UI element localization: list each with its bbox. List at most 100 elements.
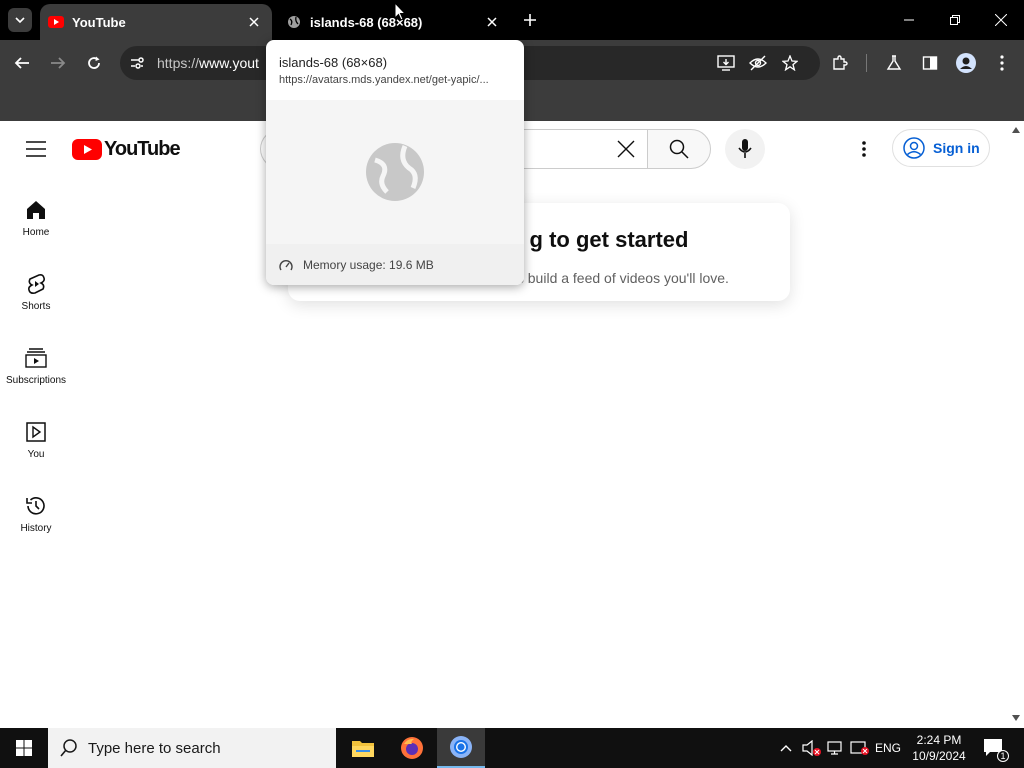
bookmark-button[interactable] [776, 49, 804, 77]
arrow-right-icon [51, 57, 66, 69]
avatar-icon [956, 53, 976, 73]
new-tab-button[interactable] [518, 8, 542, 32]
you-icon [24, 420, 48, 444]
microphone-icon [738, 139, 752, 158]
input-language[interactable]: ENG [872, 728, 904, 768]
sidebar-item-shorts[interactable]: Shorts [0, 262, 72, 336]
history-icon [24, 494, 48, 518]
close-tab-icon[interactable] [242, 10, 266, 34]
security-tray-icon[interactable] [848, 728, 872, 768]
shorts-icon [24, 272, 48, 296]
toolbar-divider [866, 54, 867, 72]
globe-icon [286, 14, 302, 30]
globe-icon [366, 143, 424, 201]
install-app-button[interactable] [712, 49, 740, 77]
notifications-button[interactable]: 1 [978, 728, 1010, 768]
restore-icon [950, 15, 960, 25]
settings-menu-button[interactable] [852, 137, 876, 161]
site-settings-icon[interactable] [129, 55, 145, 76]
sidebar-item-label: Shorts [21, 301, 51, 312]
profile-button[interactable] [952, 49, 980, 77]
sidebar-item-you[interactable]: You [0, 410, 72, 484]
hover-card-preview [266, 100, 524, 244]
reload-button[interactable] [80, 49, 108, 77]
close-window-button[interactable] [978, 0, 1024, 40]
tab-hover-card: islands-68 (68×68) https://avatars.mds.y… [266, 40, 524, 285]
forward-button[interactable] [44, 49, 72, 77]
youtube-favicon-icon [48, 14, 64, 30]
more-vert-icon [862, 141, 866, 157]
close-tab-icon[interactable] [480, 10, 504, 34]
labs-button[interactable] [880, 49, 908, 77]
sidebar-item-history[interactable]: History [0, 484, 72, 558]
arrow-left-icon [14, 57, 29, 69]
sidebar-item-label: Subscriptions [5, 375, 67, 386]
search-button[interactable] [647, 129, 711, 169]
chrome-app[interactable] [437, 728, 485, 768]
file-explorer-app[interactable] [339, 728, 387, 768]
windows-taskbar: Type here to search ENG 2:24 PM 10/9/202… [0, 728, 1024, 768]
youtube-logo-icon [72, 138, 102, 160]
youtube-logo[interactable]: YouTube [72, 137, 181, 160]
chevron-up-icon [780, 745, 792, 752]
clock-date: 10/9/2024 [912, 749, 966, 763]
puzzle-icon [833, 55, 848, 70]
eye-off-icon [749, 55, 767, 71]
minimize-icon [904, 19, 914, 21]
star-icon [782, 55, 798, 71]
side-panel-button[interactable] [916, 49, 944, 77]
install-app-icon [717, 55, 735, 71]
tab-search-button[interactable] [8, 8, 32, 32]
side-panel-icon [922, 56, 938, 70]
clock[interactable]: 2:24 PM 10/9/2024 [908, 728, 970, 768]
minimize-button[interactable] [886, 0, 932, 40]
logo-text: YouTube [104, 137, 181, 160]
more-vert-icon [1000, 55, 1004, 71]
close-icon [995, 14, 1007, 26]
hover-card-title: islands-68 (68×68) [279, 55, 388, 70]
plus-icon [524, 14, 536, 26]
clock-time: 2:24 PM [916, 733, 962, 747]
chrome-icon [450, 736, 472, 758]
sign-in-button[interactable]: Sign in [892, 129, 990, 167]
tab-title: YouTube [72, 14, 126, 30]
hamburger-icon [26, 141, 46, 157]
clear-search-icon[interactable] [617, 140, 635, 163]
scroll-up-icon[interactable] [1012, 127, 1020, 133]
scroll-down-icon[interactable] [1012, 715, 1020, 721]
volume-muted-icon [802, 740, 821, 756]
sidebar-item-label: History [20, 523, 52, 534]
extensions-button[interactable] [826, 49, 854, 77]
show-hidden-icons-button[interactable] [776, 728, 796, 768]
account-circle-icon [903, 137, 925, 159]
guide-menu-button[interactable] [24, 137, 48, 161]
restore-button[interactable] [932, 0, 978, 40]
voice-search-button[interactable] [725, 129, 765, 169]
volume-tray-icon[interactable] [800, 728, 824, 768]
sidebar-item-home[interactable]: Home [0, 188, 72, 262]
chevron-down-icon [15, 17, 25, 24]
menu-button[interactable] [988, 49, 1016, 77]
taskbar-search[interactable]: Type here to search [48, 728, 336, 768]
sidebar-item-label: Home [22, 227, 50, 238]
subscriptions-icon [24, 346, 48, 370]
start-button[interactable] [0, 728, 48, 768]
reload-icon [88, 56, 100, 69]
sidebar-item-subscriptions[interactable]: Subscriptions [0, 336, 72, 410]
tab-strip: YouTube islands-68 (68×68) [0, 0, 1024, 40]
search-icon [669, 139, 689, 159]
hover-card-url: https://avatars.mds.yandex.net/get-yapic… [279, 74, 489, 86]
network-tray-icon[interactable] [824, 728, 848, 768]
gauge-icon [279, 259, 293, 270]
search-icon [60, 739, 77, 757]
back-button[interactable] [8, 49, 36, 77]
page-scrollbar[interactable] [1008, 121, 1024, 728]
windows-icon [16, 740, 32, 756]
network-icon [827, 741, 842, 755]
sign-in-label: Sign in [933, 140, 980, 156]
tracking-protection-button[interactable] [744, 49, 772, 77]
shield-warning-icon [850, 741, 869, 755]
firefox-app[interactable] [388, 728, 436, 768]
flask-icon [886, 55, 902, 70]
tab-youtube[interactable]: YouTube [40, 4, 272, 40]
